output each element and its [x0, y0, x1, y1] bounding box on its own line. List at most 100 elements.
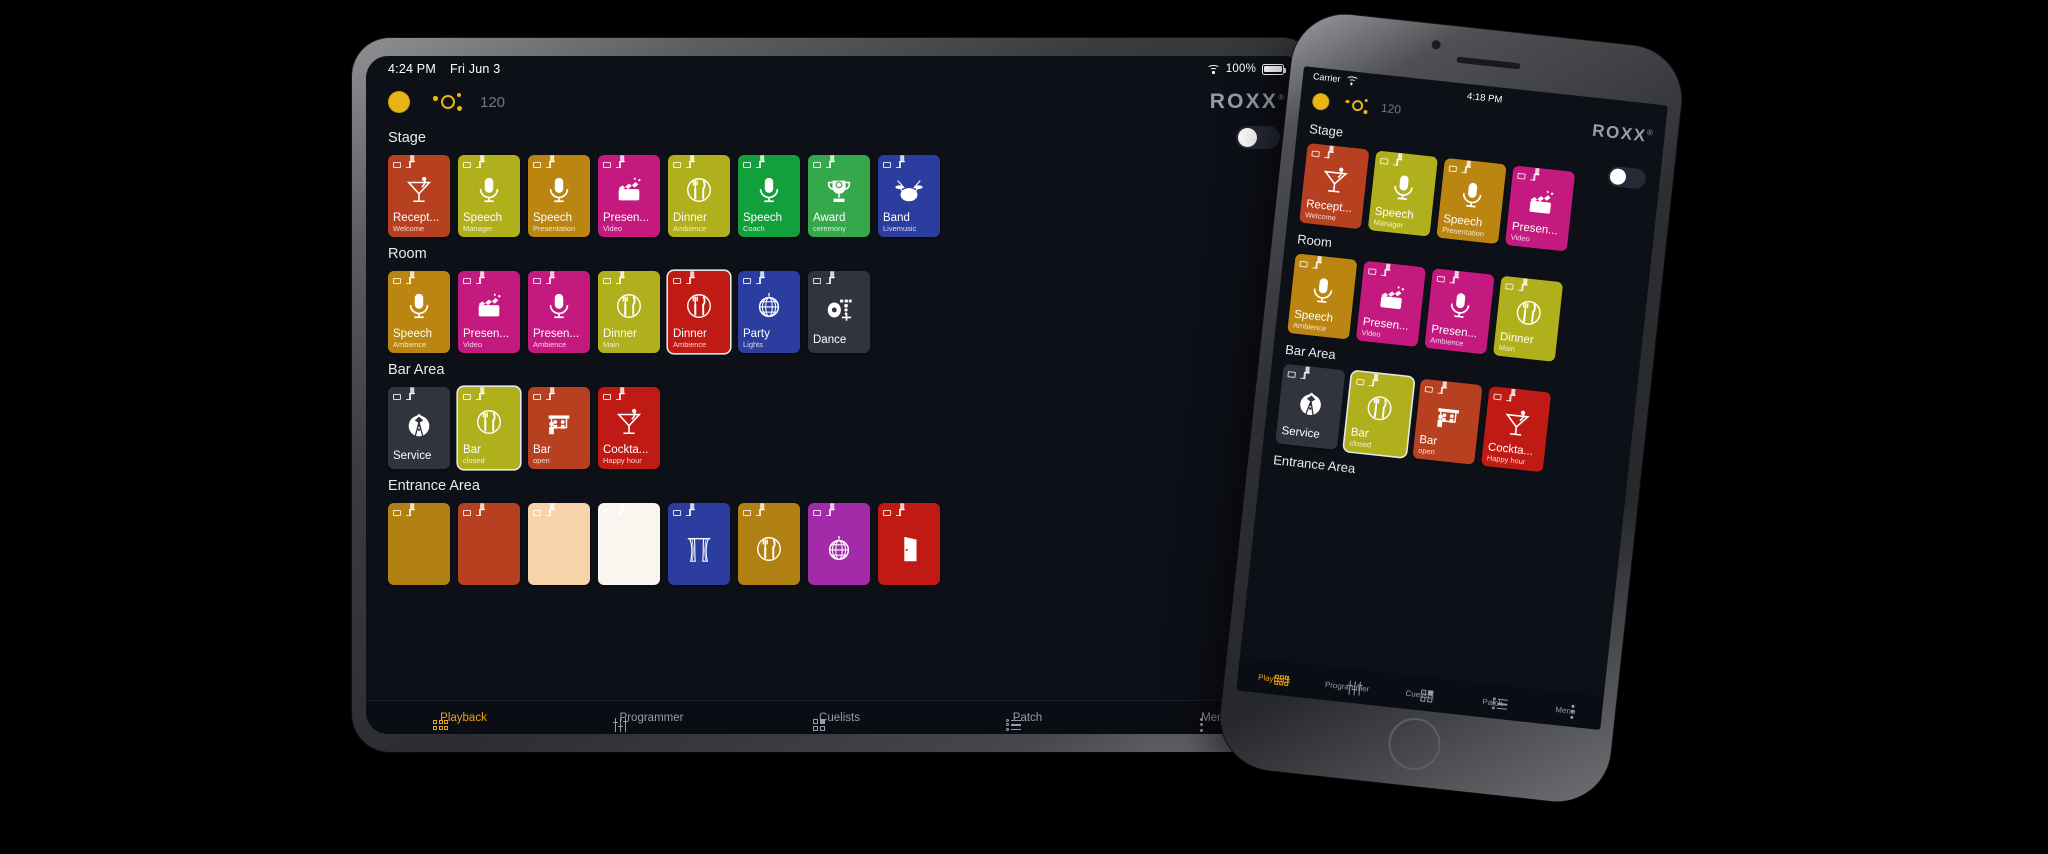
playback-tile[interactable]: Dance [808, 271, 870, 353]
tile-title: Dance [813, 334, 847, 346]
phone-home-button[interactable] [1385, 715, 1444, 773]
discoball-icon [743, 284, 795, 328]
playback-tile[interactable]: Service [388, 387, 450, 469]
playback-tile[interactable]: Speech Ambience [1287, 253, 1358, 340]
playback-tile[interactable]: Dinner Main [598, 271, 660, 353]
tile-row: Recept... Welcome Speech Manager Speech … [388, 155, 1284, 237]
blackout-indicator-icon[interactable] [388, 91, 410, 113]
playback-tile[interactable] [528, 503, 590, 585]
flash-square-icon [743, 277, 751, 284]
door-icon [883, 516, 935, 581]
tile-title: Party [743, 328, 770, 340]
step-wave-icon [686, 509, 695, 516]
playback-tile[interactable]: Bar open [1412, 378, 1483, 465]
step-wave-icon [476, 277, 485, 284]
cocktail-icon [393, 168, 445, 212]
tile-title: Bar [463, 444, 481, 456]
playback-tile[interactable]: Bar closed [458, 387, 520, 469]
tile-title: Presen... [533, 328, 580, 340]
playback-tile[interactable]: Presen... Video [1355, 260, 1427, 348]
playback-tile[interactable]: Dinner Main [1492, 275, 1564, 362]
flash-square-icon [463, 161, 471, 168]
tile-row: Speech Ambience Presen... Video Presen..… [388, 271, 1284, 353]
nav-item-cuelists[interactable]: Cuelists [742, 712, 930, 731]
tile-subtitle: Ambience [393, 340, 427, 349]
flash-square-icon [603, 161, 611, 168]
microphone-icon [533, 168, 585, 212]
step-wave-icon [476, 393, 485, 400]
tile-title: Award [813, 212, 846, 224]
playback-tile[interactable]: Dinner Ambience [668, 155, 730, 237]
group-title: Room [388, 246, 427, 262]
step-wave-icon [476, 509, 485, 516]
flash-square-icon [673, 161, 681, 168]
playback-tile[interactable]: Presen... Video [1504, 165, 1576, 252]
step-wave-icon [1312, 261, 1322, 269]
step-wave-icon [406, 161, 415, 168]
flash-square-icon [393, 277, 401, 284]
bowtie-icon [393, 400, 445, 450]
cocktail-icon [1307, 156, 1363, 203]
playback-tile[interactable]: Recept... Welcome [388, 155, 450, 237]
step-wave-icon [546, 509, 555, 516]
grandmaster-icon[interactable] [1342, 95, 1372, 115]
playback-tile[interactable]: Speech Ambience [388, 271, 450, 353]
playback-tile[interactable] [598, 503, 660, 585]
nav-item-playback[interactable]: Playback [366, 712, 554, 730]
nav-item-programmer[interactable]: Programmer [1310, 676, 1384, 696]
playback-tile[interactable]: Speech Manager [458, 155, 520, 237]
tile-title: Dinner [673, 212, 707, 224]
playback-tile[interactable]: Service [1275, 363, 1346, 450]
group-title: Entrance Area [388, 478, 480, 494]
playback-tile[interactable]: Presen... Video [458, 271, 520, 353]
bpm-value[interactable]: 120 [1380, 101, 1401, 117]
playback-tile[interactable]: Speech Coach [738, 155, 800, 237]
nav-item-cuelists[interactable]: Cuelists [1383, 684, 1457, 703]
playback-tile[interactable]: Band Livemusic [878, 155, 940, 237]
grandmaster-icon[interactable] [430, 91, 466, 113]
nav-item-menu[interactable]: Menu [1529, 700, 1603, 719]
playback-tile[interactable]: Presen... Ambience [1424, 268, 1495, 355]
step-wave-icon [546, 277, 555, 284]
flash-square-icon [813, 509, 821, 516]
nav-item-patch[interactable]: Patch [930, 712, 1118, 731]
playback-tile[interactable] [808, 503, 870, 585]
playback-tile[interactable]: Speech Presentation [528, 155, 590, 237]
battery-icon [1262, 63, 1287, 75]
tile-subtitle: Video [463, 340, 483, 349]
tablet-status-bar: 4:24 PM Fri Jun 3 100% [366, 56, 1306, 82]
dinner-icon [743, 516, 795, 581]
playback-tile[interactable]: Speech Presentation [1436, 157, 1507, 245]
playback-tile[interactable] [388, 503, 450, 585]
playback-tile[interactable]: Bar open [528, 387, 590, 469]
roxx-logo: ROXX® [1209, 90, 1284, 113]
microphone-icon [393, 284, 445, 328]
playback-tile[interactable]: Speech Manager [1367, 150, 1439, 237]
battery-percent: 100% [1225, 63, 1256, 75]
playback-tile[interactable] [458, 503, 520, 585]
playback-tile[interactable]: Party Lights [738, 271, 800, 353]
step-wave-icon [476, 161, 485, 168]
tile-subtitle: Ambience [533, 340, 567, 349]
playback-tile[interactable]: Bar closed [1343, 371, 1415, 458]
microphone-icon [743, 168, 795, 212]
nav-item-playback[interactable]: Playback [1237, 668, 1311, 687]
bpm-value[interactable]: 120 [480, 94, 505, 111]
playback-tile[interactable]: Cockta... Happy hour [598, 387, 660, 469]
playback-tile[interactable]: Award ceremony [808, 155, 870, 237]
master-toggle-switch[interactable] [1236, 126, 1280, 149]
playback-tile[interactable]: Dinner Ambience [668, 271, 730, 353]
playback-tile[interactable]: Presen... Ambience [528, 271, 590, 353]
blackout-indicator-icon[interactable] [1311, 91, 1331, 111]
nav-item-patch[interactable]: Patch [1456, 692, 1530, 711]
tablet-device: 4:24 PM Fri Jun 3 100% 120 ROXX® Stage R… [352, 38, 1320, 752]
playback-tile[interactable] [878, 503, 940, 585]
playback-tile[interactable] [668, 503, 730, 585]
playback-tile[interactable]: Cockta... Happy hour [1480, 386, 1552, 473]
playback-tile[interactable]: Presen... Video [598, 155, 660, 237]
tile-title: Cockta... [603, 444, 649, 456]
nav-item-programmer[interactable]: Programmer [554, 712, 742, 732]
playback-tile[interactable] [738, 503, 800, 585]
playback-tile[interactable]: Recept... Welcome [1299, 142, 1370, 230]
microphone-icon [1375, 164, 1431, 211]
